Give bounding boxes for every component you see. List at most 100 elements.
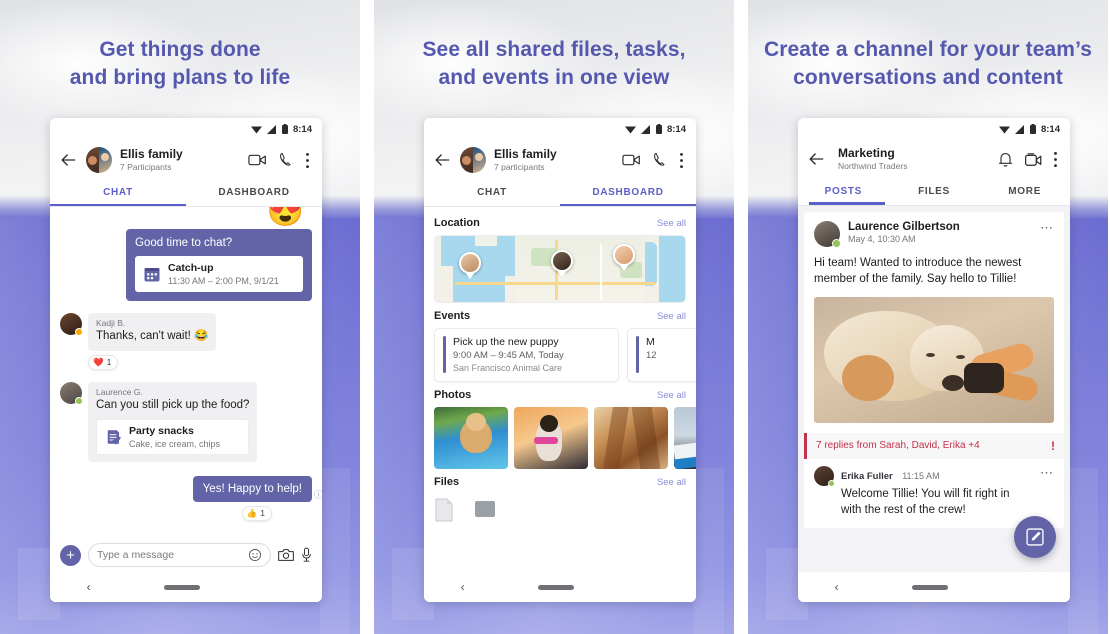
task-card[interactable]: Party snacks Cake, ice cream, chips [96, 418, 250, 455]
avatar[interactable] [460, 147, 486, 173]
overflow-menu-icon[interactable] [305, 152, 310, 169]
reply-timestamp: 11:15 AM [902, 470, 940, 481]
compose-post-button[interactable] [1014, 516, 1056, 558]
see-all-link[interactable]: See all [657, 477, 686, 488]
urgent-icon: ! [1051, 438, 1055, 453]
tab-dashboard[interactable]: DASHBOARD [186, 179, 322, 206]
nav-home-pill[interactable] [537, 584, 574, 590]
map-pin-avatar[interactable] [551, 250, 573, 278]
video-call-icon[interactable] [1024, 152, 1042, 167]
chat-subtitle: 7 participants [494, 161, 545, 172]
event-card[interactable]: M 12 [627, 328, 696, 382]
photo-thumbnail[interactable] [434, 407, 508, 469]
phone-call-icon[interactable] [278, 152, 294, 168]
marketing-screenshot: Get things done and bring plans to life … [0, 0, 1110, 634]
headline-line-2: conversations and content [793, 66, 1063, 90]
photo-thumbnail[interactable] [674, 407, 696, 469]
overflow-menu-icon[interactable] [1053, 151, 1058, 168]
tab-chat[interactable]: CHAT [424, 179, 560, 206]
status-bar: 8:14 [798, 118, 1070, 140]
event-time: 9:00 AM – 9:45 AM, Today [453, 350, 564, 361]
nav-back-button[interactable]: ‹ [87, 580, 91, 594]
post-image[interactable] [814, 296, 1054, 423]
files-strip[interactable] [434, 494, 686, 522]
back-arrow-icon[interactable] [58, 150, 78, 170]
tab-chat[interactable]: CHAT [50, 179, 186, 206]
message-text: Can you still pick up the food? [96, 398, 250, 411]
video-call-icon[interactable] [248, 153, 267, 167]
incoming-message[interactable]: Laurence G. Can you still pick up the fo… [60, 381, 312, 462]
map-pin-avatar[interactable] [459, 252, 481, 280]
photo-thumbnail[interactable] [594, 407, 668, 469]
replies-summary-bar[interactable]: 7 replies from Sarah, David, Erika +4 ! [804, 432, 1064, 459]
add-attachment-button[interactable]: + [60, 544, 81, 566]
wifi-icon [624, 126, 636, 133]
camera-icon[interactable] [278, 548, 294, 562]
outgoing-message[interactable]: Yes! Happy to help! ⓘ [192, 475, 322, 502]
see-all-link[interactable]: See all [657, 218, 686, 229]
photos-strip[interactable] [434, 407, 696, 469]
nav-back-button[interactable]: ‹ [461, 580, 465, 594]
tab-more[interactable]: MORE [979, 178, 1070, 205]
message-text: Thanks, can't wait! 😂 [96, 330, 209, 342]
see-all-link[interactable]: See all [657, 390, 686, 401]
tab-dashboard[interactable]: DASHBOARD [560, 179, 696, 206]
meeting-title: Catch-up [168, 262, 214, 274]
back-arrow-icon[interactable] [806, 149, 826, 169]
reply-item[interactable]: Erika Fuller 11:15 AM Welcome Tillie! Yo… [814, 459, 1054, 528]
avatar[interactable] [86, 147, 112, 173]
wifi-icon [998, 126, 1010, 133]
replies-summary-text: 7 replies from Sarah, David, Erika +4 [816, 440, 980, 452]
panel-headline: See all shared files, tasks, and events … [374, 0, 734, 92]
notification-bell-icon[interactable] [998, 151, 1013, 168]
nav-back-button[interactable]: ‹ [835, 580, 839, 594]
dashboard-content[interactable]: Location See all Events See all Pick up … [424, 207, 696, 602]
microphone-icon[interactable] [301, 547, 312, 563]
posts-feed[interactable]: Laurence Gilbertson May 4, 10:30 AM ⋯ Hi… [798, 205, 1070, 602]
event-time: 12 [646, 350, 657, 361]
section-title: Location [434, 217, 480, 229]
post-card[interactable]: Laurence Gilbertson May 4, 10:30 AM ⋯ Hi… [804, 211, 1064, 529]
see-all-link[interactable]: See all [657, 311, 686, 322]
nav-home-pill[interactable] [911, 584, 948, 590]
channel-title: Marketing [838, 146, 895, 160]
tab-bar: CHAT DASHBOARD [50, 179, 322, 206]
location-map[interactable] [434, 235, 686, 303]
panel-headline: Create a channel for your team’s convers… [748, 0, 1108, 92]
image-file-icon[interactable] [474, 498, 496, 520]
section-title: Events [434, 310, 471, 322]
signal-icon [1014, 124, 1024, 134]
tab-files[interactable]: FILES [889, 178, 980, 205]
video-call-icon[interactable] [622, 153, 641, 167]
events-carousel[interactable]: Pick up the new puppy 9:00 AM – 9:45 AM,… [434, 328, 696, 382]
back-arrow-icon[interactable] [432, 150, 452, 170]
task-title: Party snacks [129, 424, 194, 437]
outgoing-message[interactable]: Good time to chat? Catch-up 11:30 AM – 2… [126, 229, 312, 301]
reaction-badge[interactable]: ❤️ 1 [88, 354, 119, 370]
photo-thumbnail[interactable] [514, 407, 588, 469]
document-file-icon[interactable] [434, 498, 454, 522]
event-card[interactable]: Pick up the new puppy 9:00 AM – 9:45 AM,… [434, 328, 619, 382]
compose-icon [1026, 528, 1044, 546]
overflow-menu-icon[interactable]: ⋯ [1040, 221, 1054, 234]
overflow-menu-icon[interactable] [679, 152, 684, 169]
chat-subtitle: 7 Participants [120, 161, 172, 172]
message-text: Good time to chat? [135, 237, 233, 249]
incoming-message[interactable]: Kadji B. Thanks, can't wait! 😂 [60, 313, 312, 351]
tab-posts[interactable]: POSTS [798, 178, 889, 205]
nav-home-pill[interactable] [163, 584, 200, 590]
android-navbar: ‹ [50, 572, 322, 602]
message-input[interactable]: Type a message [88, 543, 271, 567]
map-pin-avatar[interactable] [613, 244, 635, 272]
header-text: Marketing Northwind Traders [838, 146, 990, 172]
sent-status-icon: ⓘ [313, 489, 322, 500]
chat-screen: 😍 Good time to chat? Catch-up 11:30 AM –… [50, 207, 322, 602]
meeting-card[interactable]: Catch-up 11:30 AM – 2:00 PM, 9/1/21 [135, 256, 303, 292]
avatar[interactable] [814, 220, 841, 248]
emoji-icon[interactable] [248, 548, 262, 562]
header-text: Ellis family 7 Participants [120, 147, 240, 173]
app-header: Ellis family 7 Participants [50, 140, 322, 179]
overflow-menu-icon[interactable]: ⋯ [1040, 466, 1054, 479]
reaction-badge[interactable]: 👍 1 [241, 505, 272, 521]
phone-call-icon[interactable] [652, 152, 668, 168]
